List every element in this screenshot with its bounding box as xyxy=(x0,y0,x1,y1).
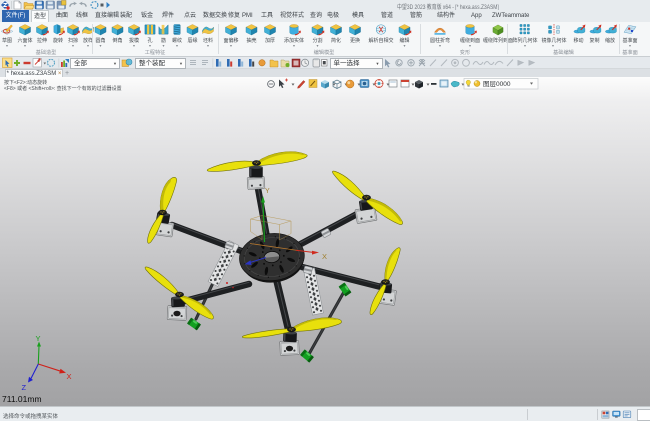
svg-text:Y: Y xyxy=(265,188,270,195)
svg-text:Z: Z xyxy=(22,383,27,392)
svg-text:Y: Y xyxy=(36,334,41,343)
svg-text:X: X xyxy=(67,372,72,381)
svg-text:X: X xyxy=(322,252,327,261)
